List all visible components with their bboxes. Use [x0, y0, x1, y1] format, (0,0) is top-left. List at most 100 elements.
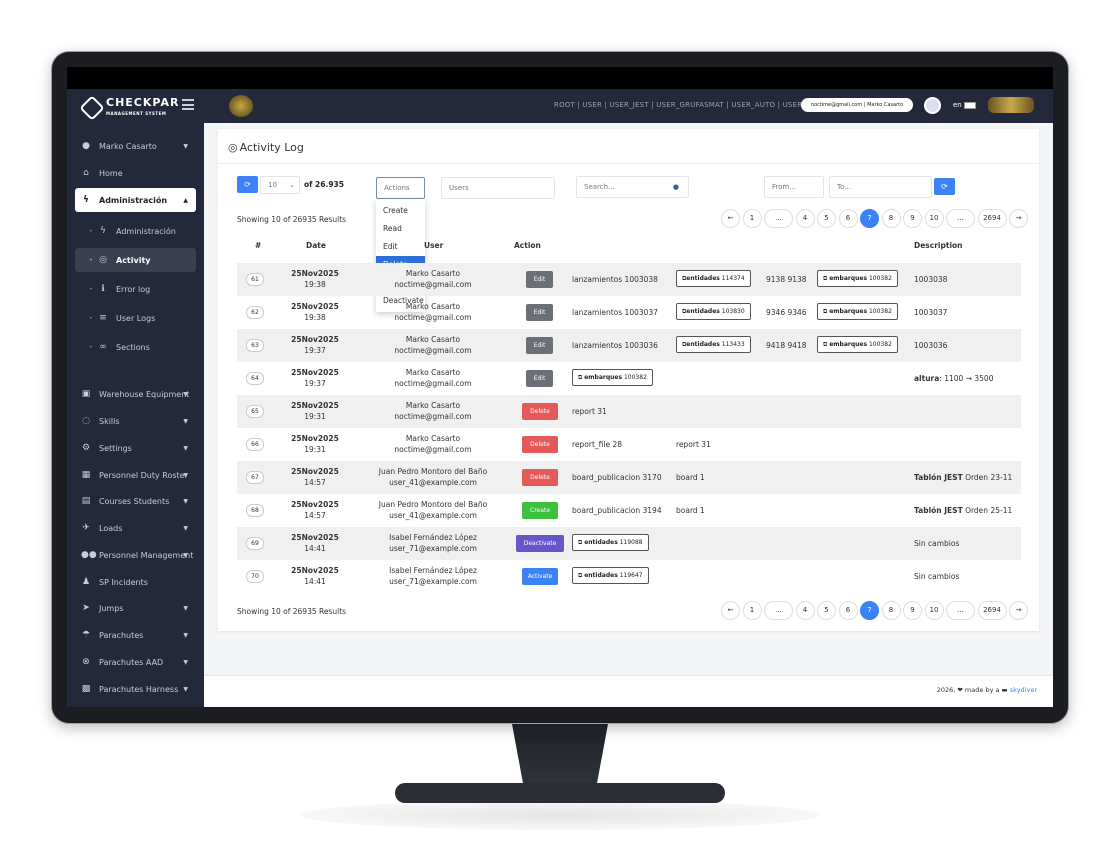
row-entity: report_file 28 [572, 440, 623, 449]
page-button[interactable]: 1 [742, 209, 762, 228]
entity-tag[interactable]: ⧉ embarques 100382 [572, 369, 653, 386]
page-button[interactable]: 10 [924, 209, 944, 228]
search-input[interactable]: Search... ● [576, 176, 689, 198]
action-option-read[interactable]: Read [376, 220, 425, 238]
sidebar-item-18[interactable]: ⊗ Parachutes AAD ▼ [75, 650, 196, 674]
sidebar-item-16[interactable]: ➤ Jumps ▼ [75, 596, 196, 620]
per-page-select[interactable]: 10 ⌄ [260, 176, 300, 194]
from-date-input[interactable]: From... [764, 176, 824, 198]
page-button[interactable]: 7 [860, 209, 879, 228]
tag-number: 103830 [721, 308, 745, 315]
sidebar-item-15[interactable]: ♟ SP Incidents [75, 570, 196, 594]
action-badge[interactable]: Deactivate [516, 535, 564, 552]
action-option-edit[interactable]: Edit [376, 238, 425, 256]
page-button[interactable]: 4 [795, 601, 815, 620]
action-badge[interactable]: Edit [526, 337, 553, 354]
sidebar-item-3[interactable]: • ϟ Administración [75, 219, 196, 243]
tag-number: 119647 [619, 572, 643, 579]
sidebar-item-10[interactable]: ⚙ Settings ▼ [75, 436, 196, 460]
action-badge[interactable]: Edit [526, 370, 553, 387]
embarques-tag[interactable]: ⧉ embarques 100382 [817, 336, 898, 353]
page-button[interactable]: 2694 [977, 601, 1007, 620]
footer-link[interactable]: skydiver [1010, 686, 1037, 694]
page-button[interactable]: 9 [903, 601, 922, 620]
page-button[interactable]: ... [764, 209, 793, 228]
page-button[interactable]: 5 [817, 209, 836, 228]
page-button[interactable]: 10 [924, 601, 944, 620]
prev-page-icon[interactable]: ← [721, 209, 740, 228]
language-switch[interactable]: en [953, 101, 976, 109]
calendar-icon: ▦ [81, 470, 91, 480]
sidebar-item-12[interactable]: ▤ Courses Students ▼ [75, 489, 196, 513]
to-date-input[interactable]: To... [829, 176, 932, 198]
actions-select[interactable]: Actions [376, 177, 425, 199]
chevron-down-icon: ⌄ [289, 181, 295, 189]
action-badge[interactable]: Delete [522, 403, 558, 420]
sidebar-item-5[interactable]: • ℹ Error log [75, 277, 196, 301]
from-placeholder: From... [772, 183, 797, 191]
sidebar-item-2[interactable]: ϟ Administración ▲ [75, 188, 196, 212]
embarques-tag[interactable]: ⧉ embarques 100382 [817, 303, 898, 320]
sidebar-item-4[interactable]: • ◎ Activity [75, 248, 196, 272]
sidebar-item-7[interactable]: • ∞ Sections [75, 335, 196, 359]
tag-label: embarques [829, 275, 868, 282]
page-button[interactable]: 6 [838, 601, 858, 620]
entidades-tag[interactable]: ⧉entidades 103830 [676, 303, 751, 320]
row-user: Marko Casarto noctime@gmail.com [377, 268, 489, 290]
page-button[interactable]: 6 [838, 209, 858, 228]
sidebar-item-11[interactable]: ▦ Personnel Duty Roster ▼ [75, 463, 196, 487]
avatar[interactable] [924, 97, 941, 114]
next-page-icon[interactable]: → [1009, 209, 1028, 228]
page-button[interactable]: ... [946, 209, 975, 228]
description-value: Sin cambios [914, 572, 960, 581]
sidebar-item-19[interactable]: ▩ Parachutes Harness ▼ [75, 677, 196, 701]
user-pill[interactable]: noctime@gmail.com | Marko Casarto [801, 98, 913, 112]
users-select[interactable]: Users [441, 177, 555, 199]
sidebar-item-6[interactable]: • ≡ User Logs [75, 306, 196, 330]
sidebar-item-17[interactable]: ☂ Parachutes ▼ [75, 623, 196, 647]
action-badge[interactable]: Edit [526, 271, 553, 288]
page-button[interactable]: 9 [903, 209, 922, 228]
action-badge[interactable]: Create [522, 502, 558, 519]
refresh-button[interactable]: ⟳ [237, 176, 258, 193]
action-badge[interactable]: Delete [522, 436, 558, 453]
sidebar-item-14[interactable]: ●● Personnel Management ▼ [75, 543, 196, 567]
action-badge[interactable]: Activate [522, 568, 558, 585]
entidades-tag[interactable]: ⧉entidades 113433 [676, 336, 751, 353]
checkpar-logo[interactable]: CHECKPAR MANAGEMENT SYSTEM [79, 95, 179, 121]
sidebar-item-8[interactable]: ▣ Warehouse Equipment ▼ [75, 382, 196, 406]
sidebar-item-0[interactable]: ● Marko Casarto ▼ [75, 134, 196, 158]
action-badge[interactable]: Delete [522, 469, 558, 486]
page-button[interactable]: 2694 [977, 209, 1007, 228]
action-option-create[interactable]: Create [376, 202, 425, 220]
row-date: 25Nov2025 14:41 [279, 532, 351, 554]
page-button[interactable]: 5 [817, 601, 836, 620]
next-page-icon[interactable]: → [1009, 601, 1028, 620]
row-date-day: 25Nov2025 [291, 467, 339, 476]
sidebar-item-13[interactable]: ✈ Loads ▼ [75, 516, 196, 540]
table-row: 65 25Nov2025 19:31 Marko Casarto noctime@gma… [237, 395, 1021, 428]
page-button[interactable]: 7 [860, 601, 879, 620]
page-button[interactable]: 4 [795, 209, 815, 228]
caret-icon: ▼ [183, 417, 188, 425]
menu-toggle-icon[interactable] [182, 99, 194, 110]
header-num: # [255, 241, 262, 250]
sidebar-item-1[interactable]: ⌂ Home [75, 161, 196, 185]
row-user-email: noctime@gmail.com [394, 346, 472, 355]
embarques-tag[interactable]: ⧉ embarques 100382 [817, 270, 898, 287]
page-button[interactable]: 8 [881, 601, 901, 620]
navbar: CHECKPAR MANAGEMENT SYSTEM ROOT | USER | … [67, 89, 1053, 123]
sidebar-item-label: Personnel Management [99, 550, 194, 560]
entity-tag[interactable]: ⧉ entidades 119647 [572, 567, 649, 584]
row-number: 62 [246, 306, 264, 319]
page-button[interactable]: 8 [881, 209, 901, 228]
page-button[interactable]: ... [764, 601, 793, 620]
prev-page-icon[interactable]: ← [721, 601, 740, 620]
page-button[interactable]: 1 [742, 601, 762, 620]
entity-tag[interactable]: ⧉ entidades 119088 [572, 534, 649, 551]
sidebar-item-9[interactable]: ◌ Skills ▼ [75, 409, 196, 433]
action-badge[interactable]: Edit [526, 304, 553, 321]
page-button[interactable]: ... [946, 601, 975, 620]
date-filter-button[interactable]: ⟳ [934, 178, 955, 195]
entidades-tag[interactable]: ⧉entidades 114374 [676, 270, 751, 287]
